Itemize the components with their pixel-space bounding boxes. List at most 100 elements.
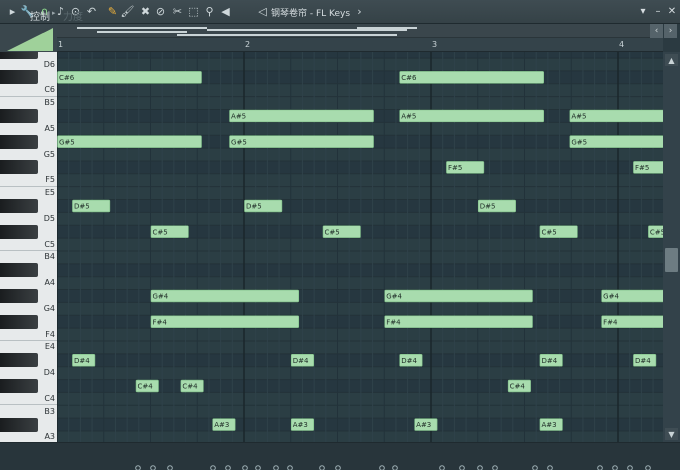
note[interactable] [399, 71, 544, 84]
black-key[interactable] [0, 417, 38, 432]
note-label: D#4 [401, 357, 417, 365]
key-label-c5: C5 [44, 239, 55, 249]
note-label: D#5 [74, 203, 90, 211]
black-key[interactable] [0, 108, 38, 123]
black-key[interactable] [0, 52, 38, 59]
velocity-handle[interactable] [392, 465, 398, 470]
paint-brush-icon[interactable]: 🖌 [120, 3, 135, 20]
note-label: D#4 [541, 357, 557, 365]
minimize-button[interactable]: – [651, 4, 665, 19]
black-key[interactable] [0, 134, 38, 149]
white-key-divider [0, 339, 57, 341]
velocity-handle[interactable] [273, 465, 279, 470]
black-key[interactable] [0, 288, 38, 303]
velocity-handle[interactable] [210, 465, 216, 470]
velocity-handle[interactable] [242, 465, 248, 470]
velocity-handle[interactable] [547, 465, 553, 470]
note-label: A#3 [416, 421, 431, 429]
slice-tool-icon[interactable]: ✂ [170, 3, 185, 20]
vertical-scrollbar[interactable] [663, 52, 680, 442]
select-tool-icon[interactable]: ⬚ [186, 3, 201, 20]
note[interactable] [150, 289, 300, 303]
black-key[interactable] [0, 198, 38, 213]
note-label: D#5 [246, 203, 262, 211]
note-label: C#5 [153, 228, 168, 236]
overview-right-button[interactable]: › [664, 24, 677, 38]
velocity-handle[interactable] [532, 465, 538, 470]
undo-icon[interactable]: ↶ [84, 3, 99, 20]
zoom-tool-icon[interactable]: ⚲ [202, 3, 217, 20]
piano-keyboard[interactable]: D6 C6 B5 A5 G5 F5 E5 D5 C5 B4 A4 G4 F4 E4 D4 C4 B3 A3 [0, 52, 57, 442]
note-grid[interactable]: C#6 C#6 A#5 A#5 A#5 G#5 G#5 G#5 F#5 F#5 D#5 D#5 D#5 C… [57, 52, 663, 442]
black-key[interactable] [0, 353, 38, 368]
key-label-d5: D5 [43, 213, 55, 223]
white-key-divider [0, 249, 57, 251]
velocity-handle[interactable] [439, 465, 445, 470]
black-key[interactable] [0, 379, 38, 393]
pencil-icon[interactable]: ✎ [105, 3, 120, 20]
velocity-handle[interactable] [135, 465, 141, 470]
black-key-row [57, 160, 663, 174]
velocity-wedge-icon [7, 27, 53, 51]
note-label: F#4 [603, 318, 618, 326]
velocity-handle[interactable] [627, 465, 633, 470]
note-grid-canvas[interactable]: C#6 C#6 A#5 A#5 A#5 G#5 G#5 G#5 F#5 F#5 D#5 D#5 D#5 C… [57, 52, 663, 442]
scroll-up-button[interactable]: ▲ [665, 54, 678, 66]
black-key[interactable] [0, 160, 38, 175]
note[interactable] [399, 109, 544, 123]
control-selector-arrow-icon[interactable]: ▸ [52, 9, 56, 17]
black-key-row [57, 315, 663, 329]
scroll-down-button[interactable]: ▼ [665, 428, 678, 440]
velocity-handle[interactable] [150, 465, 156, 470]
black-key[interactable] [0, 314, 38, 329]
black-key[interactable] [0, 224, 38, 239]
key-label-b3: B3 [44, 406, 55, 416]
black-key[interactable] [0, 70, 38, 85]
velocity-handle[interactable] [319, 465, 325, 470]
velocity-handle[interactable] [379, 465, 385, 470]
mute-tool-icon[interactable]: ⊘ [153, 3, 168, 20]
title-arrow-icon[interactable]: › [352, 3, 367, 20]
note-label: G#4 [603, 293, 619, 301]
playback-tool-icon[interactable]: ◀ [218, 3, 233, 20]
note-label: F#4 [386, 318, 401, 326]
menu-arrow-icon[interactable]: ▸ [5, 3, 20, 20]
key-label-g5: G5 [43, 149, 55, 159]
note[interactable] [150, 315, 300, 328]
velocity-handle[interactable] [645, 465, 651, 470]
delete-tool-icon[interactable]: ✖ [138, 3, 153, 20]
velocity-handle[interactable] [335, 465, 341, 470]
note[interactable] [384, 289, 533, 303]
overview-left-button[interactable]: ‹ [650, 24, 663, 38]
velocity-handle[interactable] [492, 465, 498, 470]
velocity-handle[interactable] [225, 465, 231, 470]
key-label-a5: A5 [44, 123, 55, 133]
velocity-handle[interactable] [459, 465, 465, 470]
note[interactable] [57, 135, 202, 148]
pattern-overview[interactable] [57, 24, 650, 38]
note[interactable] [57, 71, 202, 84]
close-button[interactable]: ✕ [665, 4, 679, 19]
white-key-divider [0, 404, 57, 406]
note-label: C#5 [650, 228, 663, 236]
speaker-icon[interactable]: ◁ [255, 3, 270, 20]
black-key[interactable] [0, 263, 38, 278]
black-key-row [57, 52, 663, 59]
note[interactable] [229, 135, 374, 148]
velocity-handle[interactable] [612, 465, 618, 470]
black-key-row [57, 418, 663, 432]
window-menu-button[interactable]: ▾ [636, 4, 650, 19]
velocity-handle[interactable] [477, 465, 483, 470]
key-label-d4: D4 [43, 368, 55, 378]
velocity-handle[interactable] [597, 465, 603, 470]
control-selector[interactable]: 控制 [30, 8, 50, 23]
velocity-handle[interactable] [255, 465, 261, 470]
note-label: G#5 [571, 138, 587, 146]
note[interactable] [384, 315, 533, 328]
note[interactable] [229, 109, 374, 123]
velocity-handle[interactable] [287, 465, 293, 470]
time-ruler[interactable]: 1 2 3 4 [57, 38, 663, 52]
scrollbar-thumb[interactable] [665, 248, 678, 272]
velocity-handle[interactable] [167, 465, 173, 470]
note-label: G#5 [59, 138, 75, 146]
